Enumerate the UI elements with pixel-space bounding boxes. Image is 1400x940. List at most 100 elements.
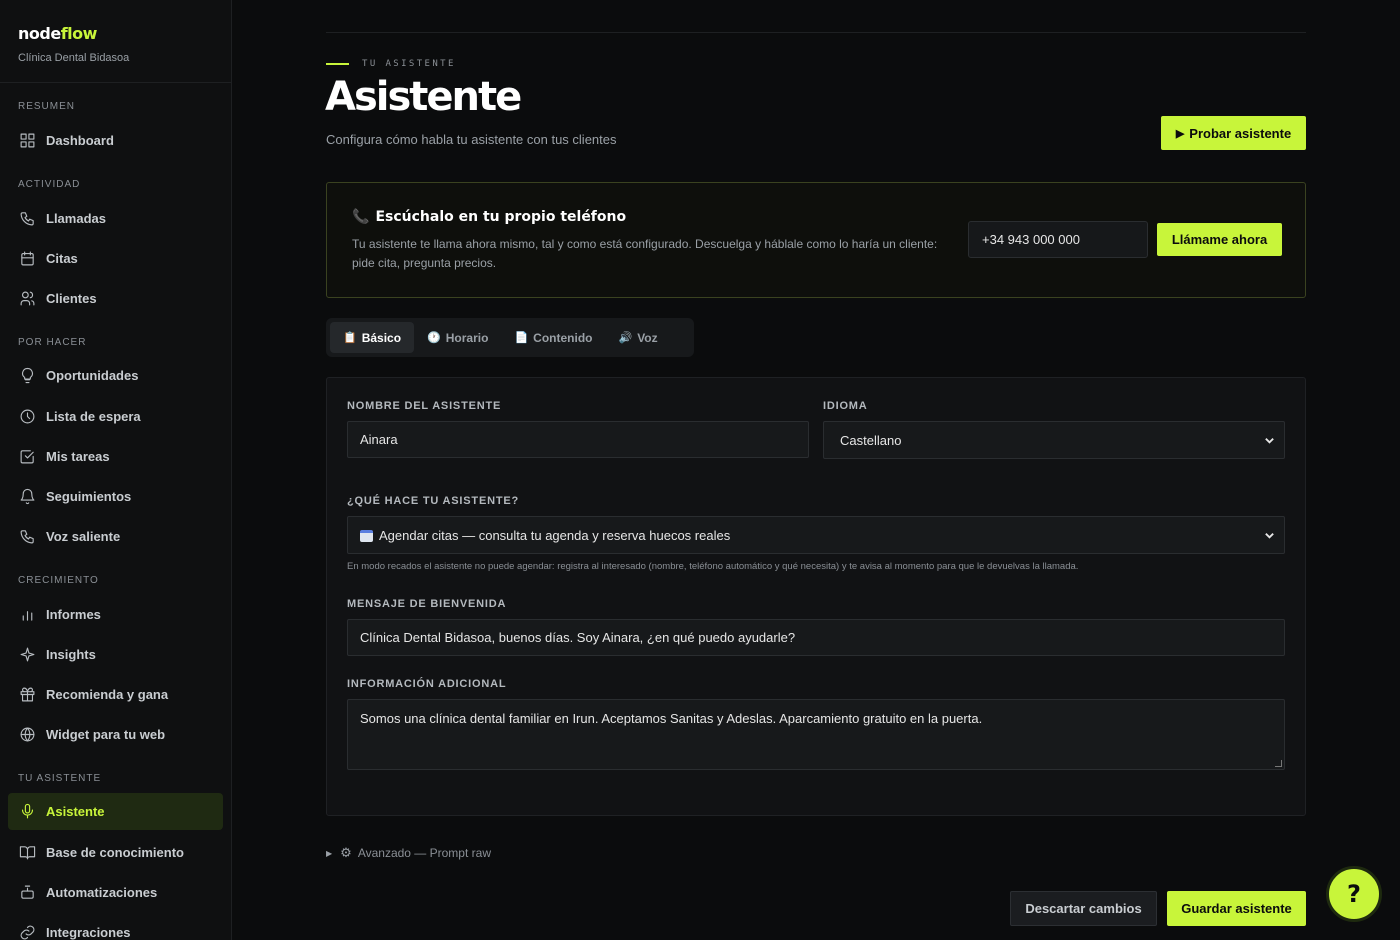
- chevron-down-icon: [1264, 529, 1274, 539]
- sidebar-item-label: Dashboard: [46, 133, 114, 148]
- sidebar-item-label: Citas: [46, 251, 78, 266]
- tab-contenido[interactable]: 📄 Contenido: [501, 322, 605, 353]
- brand-name-part2: flow: [60, 24, 98, 43]
- top-divider: [326, 32, 1306, 33]
- sidebar-item-label: Asistente: [46, 804, 105, 819]
- page-title: Asistente: [325, 74, 522, 120]
- language-label: IDIOMA: [823, 400, 868, 412]
- phone-icon: 📞: [352, 209, 370, 225]
- language-value: Castellano: [840, 432, 902, 448]
- test-assistant-label: Probar asistente: [1189, 125, 1292, 141]
- phone-number-input[interactable]: [968, 221, 1148, 258]
- section-crecimiento: CRECIMIENTO: [18, 575, 99, 586]
- microphone-icon: [18, 803, 36, 821]
- assistant-name-input[interactable]: Ainara: [347, 421, 809, 458]
- section-tu-asistente: TU ASISTENTE: [18, 773, 102, 784]
- sidebar-item-widget-para-tu-web[interactable]: Widget para tu web: [8, 716, 223, 753]
- sidebar-item-label: Llamadas: [46, 211, 106, 226]
- document-icon: 📄: [514, 332, 529, 344]
- sidebar-item-label: Base de conocimiento: [46, 845, 184, 860]
- eyebrow: TU ASISTENTE: [326, 59, 456, 69]
- sidebar-item-base-de-conocimiento[interactable]: Base de conocimiento: [8, 834, 223, 871]
- sidebar-item-asistente[interactable]: Asistente: [8, 793, 223, 830]
- globe-icon: [18, 726, 36, 744]
- robot-icon: [18, 884, 36, 902]
- calendar-icon: [360, 530, 373, 542]
- additional-info-value: Somos una clínica dental familiar en Iru…: [360, 711, 983, 726]
- sidebar-item-oportunidades[interactable]: Oportunidades: [8, 357, 223, 394]
- sidebar-item-label: Insights: [46, 647, 96, 662]
- sidebar-item-llamadas[interactable]: Llamadas: [8, 200, 223, 237]
- sidebar-item-label: Automatizaciones: [46, 885, 158, 900]
- gift-icon: [18, 686, 36, 704]
- save-assistant-button[interactable]: Guardar asistente: [1167, 891, 1306, 926]
- language-select[interactable]: Castellano: [823, 421, 1285, 459]
- bell-icon: [18, 488, 36, 506]
- phone-outgoing-icon: [18, 528, 36, 546]
- sidebar-item-label: Integraciones: [46, 925, 131, 940]
- discard-changes-button[interactable]: Descartar cambios: [1010, 891, 1157, 926]
- sidebar-item-label: Seguimientos: [46, 489, 132, 504]
- grid-icon: [18, 132, 36, 150]
- sidebar-item-lista-de-espera[interactable]: Lista de espera: [8, 398, 223, 435]
- sidebar-item-informes[interactable]: Informes: [8, 596, 223, 633]
- help-button[interactable]: ?: [1326, 866, 1382, 922]
- tab-label: Voz: [637, 330, 658, 345]
- disclosure-triangle-icon: ▶: [326, 848, 333, 858]
- brand-name-part1: node: [18, 24, 61, 43]
- call-card-description: Tu asistente te llama ahora mismo, tal y…: [352, 237, 938, 270]
- clock-icon: 🕐: [427, 332, 441, 344]
- sparkle-icon: [18, 646, 36, 664]
- call-me-button[interactable]: Llámame ahora: [1157, 223, 1282, 256]
- assistant-role-value: Agendar citas — consulta tu agenda y res…: [379, 527, 731, 543]
- welcome-message-input[interactable]: Clínica Dental Bidasoa, buenos días. Soy…: [347, 619, 1285, 656]
- sidebar-item-label: Oportunidades: [46, 368, 139, 383]
- sidebar-item-automatizaciones[interactable]: Automatizaciones: [8, 874, 223, 911]
- tab-voz[interactable]: 🔊 Voz: [605, 322, 670, 353]
- assistant-name-label: NOMBRE DEL ASISTENTE: [347, 400, 502, 412]
- resize-handle[interactable]: [1275, 760, 1282, 767]
- call-card-title-text: Escúchalo en tu propio teléfono: [375, 209, 627, 225]
- additional-info-label: INFORMACIÓN ADICIONAL: [347, 678, 507, 690]
- chevron-down-icon: [1264, 434, 1274, 444]
- sidebar-item-recomienda-y-gana[interactable]: Recomienda y gana: [8, 676, 223, 713]
- test-assistant-button[interactable]: ▶ Probar asistente: [1161, 116, 1306, 150]
- advanced-label: Avanzado — Prompt raw: [357, 846, 491, 860]
- clinic-name: Clínica Dental Bidasoa: [18, 52, 130, 64]
- tab-label: Contenido: [533, 330, 593, 345]
- phone-icon: [18, 210, 36, 228]
- sidebar: nodeflow Clínica Dental Bidasoa RESUMEN …: [0, 0, 232, 940]
- sidebar-item-label: Informes: [46, 607, 101, 622]
- additional-info-textarea[interactable]: Somos una clínica dental familiar en Iru…: [347, 699, 1285, 770]
- call-card-title: 📞 Escúchalo en tu propio teléfono: [352, 209, 626, 225]
- bar-chart-icon: [18, 606, 36, 624]
- sidebar-item-label: Mis tareas: [46, 449, 110, 464]
- book-icon: [18, 844, 36, 862]
- sidebar-item-label: Widget para tu web: [46, 727, 166, 742]
- sidebar-item-dashboard[interactable]: Dashboard: [8, 122, 223, 159]
- sidebar-item-clientes[interactable]: Clientes: [8, 280, 223, 317]
- advanced-prompt-toggle[interactable]: ▶ ⚙ Avanzado — Prompt raw: [326, 845, 491, 861]
- eyebrow-accent-bar: [326, 63, 349, 65]
- play-icon: ▶: [1175, 127, 1185, 140]
- assistant-role-label: ¿QUÉ HACE TU ASISTENTE?: [347, 495, 519, 507]
- welcome-message-label: MENSAJE DE BIENVENIDA: [347, 598, 507, 610]
- sidebar-item-voz-saliente[interactable]: Voz saliente: [8, 518, 223, 555]
- assistant-role-select[interactable]: Agendar citas — consulta tu agenda y res…: [347, 516, 1285, 554]
- tab-horario[interactable]: 🕐 Horario: [414, 322, 501, 353]
- sidebar-item-insights[interactable]: Insights: [8, 636, 223, 673]
- clock-icon: [18, 408, 36, 426]
- brand-logo[interactable]: nodeflow: [18, 24, 213, 43]
- section-resumen: RESUMEN: [18, 101, 76, 112]
- tab-basico[interactable]: 📋 Básico: [330, 322, 415, 353]
- calendar-icon: [18, 250, 36, 268]
- sidebar-item-citas[interactable]: Citas: [8, 240, 223, 277]
- section-por-hacer: POR HACER: [18, 337, 87, 348]
- sidebar-item-mis-tareas[interactable]: Mis tareas: [8, 438, 223, 475]
- speaker-icon: 🔊: [618, 332, 633, 344]
- checkbox-icon: [18, 448, 36, 466]
- sidebar-item-integraciones[interactable]: Integraciones: [8, 914, 223, 940]
- sidebar-item-label: Voz saliente: [46, 529, 121, 544]
- sidebar-item-label: Recomienda y gana: [46, 687, 169, 702]
- sidebar-item-seguimientos[interactable]: Seguimientos: [8, 478, 223, 515]
